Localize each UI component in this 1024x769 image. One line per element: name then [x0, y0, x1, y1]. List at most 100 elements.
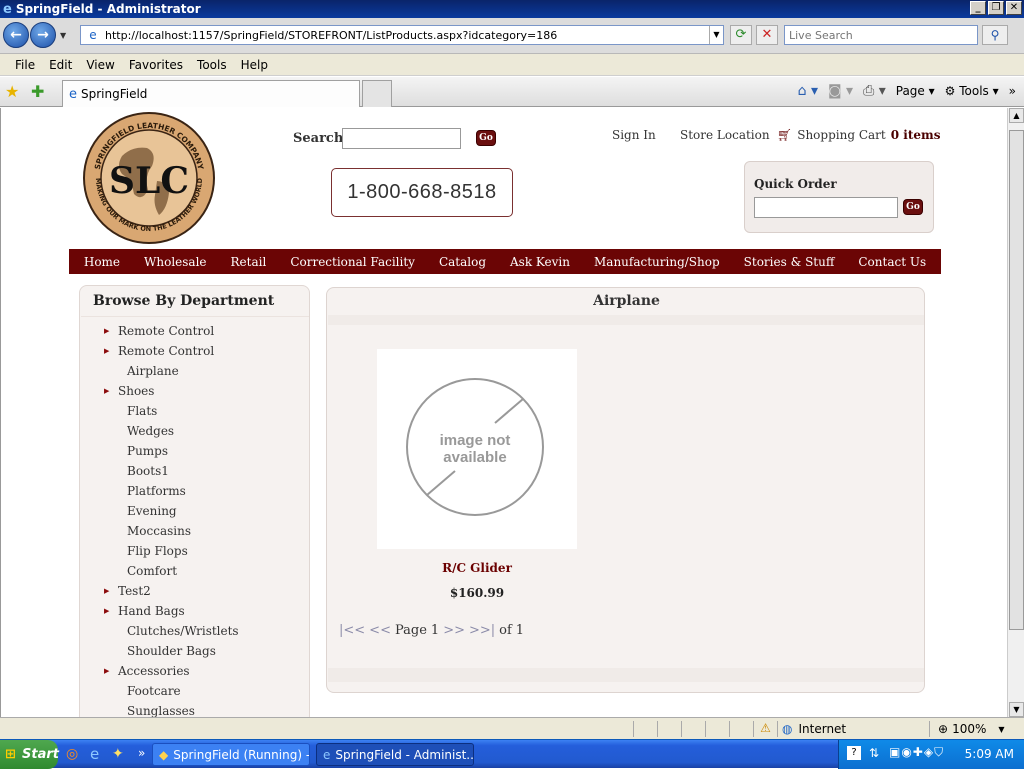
department-item[interactable]: ▶ Test2	[80, 581, 310, 601]
network-icon[interactable]: ⇅	[869, 746, 879, 760]
menu-view[interactable]: View	[79, 58, 121, 72]
department-label: Hand Bags	[118, 604, 185, 618]
department-item[interactable]: Pumps	[80, 441, 310, 461]
scroll-thumb[interactable]	[1009, 130, 1024, 630]
protected-mode-icon[interactable]: ⚠	[753, 721, 777, 737]
close-button[interactable]: ✕	[1006, 1, 1022, 15]
department-item[interactable]: Footcare	[80, 681, 310, 701]
home-icon[interactable]: ⌂ ▾	[798, 83, 818, 99]
cart-count: 0 items	[890, 128, 941, 142]
department-item[interactable]: Clutches/Wristlets	[80, 621, 310, 641]
address-bar[interactable]: e ▼	[80, 25, 724, 45]
ie-quicklaunch-icon[interactable]: e	[90, 745, 99, 763]
department-item[interactable]: ▶ Accessories	[80, 661, 310, 681]
url-input[interactable]	[105, 28, 709, 42]
favorites-star-icon[interactable]: ★	[5, 82, 19, 101]
menu-favorites[interactable]: Favorites	[122, 58, 190, 72]
help-icon[interactable]: ?	[847, 746, 861, 760]
menu-help[interactable]: Help	[234, 58, 275, 72]
nav-stories-stuff[interactable]: Stories & Stuff	[744, 255, 835, 269]
department-label: Test2	[118, 584, 151, 598]
app-quicklaunch-icon[interactable]: ✦	[112, 746, 124, 762]
new-tab-button[interactable]	[362, 80, 392, 107]
search-go-button[interactable]: Go	[476, 130, 496, 146]
department-item[interactable]: ▶ Remote Control	[80, 321, 310, 341]
restore-button[interactable]: ❐	[988, 1, 1004, 15]
security-zone[interactable]: ◍ Internet	[777, 721, 929, 737]
forward-button[interactable]: →	[30, 22, 56, 48]
department-item[interactable]: ▶ Hand Bags	[80, 601, 310, 621]
sign-in-link[interactable]: Sign In	[612, 128, 656, 142]
scroll-down-arrow[interactable]: ▼	[1009, 702, 1024, 717]
magnifier-icon: ⚲	[990, 28, 1000, 42]
product-name-link[interactable]: R/C Glider	[377, 561, 577, 575]
pager-last[interactable]: >>|	[469, 623, 495, 638]
taskbar-button-ie[interactable]: e SpringField - Administ...	[316, 743, 474, 766]
tab-springfield[interactable]: e SpringField	[62, 80, 360, 107]
cart-icon: 🛒︎	[777, 128, 793, 142]
nav-catalog[interactable]: Catalog	[439, 255, 486, 269]
department-item[interactable]: Airplane	[80, 361, 310, 381]
pager-first[interactable]: |<<	[339, 623, 365, 638]
zoom-control[interactable]: ⊕ 100% ▼	[929, 721, 1009, 737]
print-icon[interactable]: ⎙ ▾	[863, 83, 886, 99]
quick-order-go-button[interactable]: Go	[903, 199, 923, 215]
minimize-button[interactable]: _	[970, 1, 986, 15]
address-dropdown[interactable]: ▼	[709, 26, 723, 44]
tools-menu[interactable]: ⚙ Tools ▾	[945, 84, 999, 98]
pager-next[interactable]: >>	[443, 623, 465, 638]
firefox-quicklaunch-icon[interactable]: ◎	[66, 746, 78, 762]
live-search-input[interactable]	[784, 25, 978, 45]
store-location-link[interactable]: Store Location	[680, 128, 770, 142]
refresh-button[interactable]: ⟳	[730, 25, 752, 45]
status-cell	[729, 721, 753, 737]
menu-tools[interactable]: Tools	[190, 58, 234, 72]
pager-page-label: Page	[394, 623, 427, 638]
department-item[interactable]: Moccasins	[80, 521, 310, 541]
nav-manufacturing-shop[interactable]: Manufacturing/Shop	[594, 255, 720, 269]
nav-retail[interactable]: Retail	[231, 255, 267, 269]
department-item[interactable]: Wedges	[80, 421, 310, 441]
department-label: Moccasins	[127, 524, 191, 538]
taskbar: ⊞ Start ◎ e ✦ » ◆ SpringField (Running) …	[0, 739, 1024, 769]
stop-button[interactable]: ✕	[756, 25, 778, 45]
recent-pages-dropdown[interactable]: ▼	[60, 31, 66, 40]
department-item[interactable]: Flip Flops	[80, 541, 310, 561]
slc-logo[interactable]: SPRINGFIELD LEATHER COMPANY MAKING OUR M…	[82, 111, 216, 245]
menu-edit[interactable]: Edit	[42, 58, 79, 72]
department-item[interactable]: Shoulder Bags	[80, 641, 310, 661]
gear-icon: ⚙	[944, 84, 956, 98]
department-item[interactable]: Platforms	[80, 481, 310, 501]
quick-order-input[interactable]	[754, 197, 898, 218]
department-item[interactable]: ▶ Shoes	[80, 381, 310, 401]
taskbar-button-vs[interactable]: ◆ SpringField (Running) - M...	[152, 743, 310, 766]
department-item[interactable]: Boots1	[80, 461, 310, 481]
department-item[interactable]: Sunglasses	[80, 701, 310, 717]
nav-contact-us[interactable]: Contact Us	[858, 255, 926, 269]
feeds-icon[interactable]: ◙ ▾	[828, 83, 853, 99]
nav-correctional-facility[interactable]: Correctional Facility	[290, 255, 415, 269]
page-menu[interactable]: Page ▾	[896, 84, 935, 98]
nav-home[interactable]: Home	[84, 255, 120, 269]
quicklaunch-more-icon[interactable]: »	[138, 746, 145, 760]
department-item[interactable]: Comfort	[80, 561, 310, 581]
menu-file[interactable]: File	[8, 58, 42, 72]
product-image-placeholder[interactable]: image not available	[377, 349, 577, 549]
vertical-scrollbar[interactable]: ▲ ▼	[1007, 108, 1024, 717]
department-item[interactable]: ▶ Remote Control	[80, 341, 310, 361]
department-label: Wedges	[127, 424, 175, 438]
scroll-up-arrow[interactable]: ▲	[1009, 108, 1024, 123]
shopping-cart-link[interactable]: 🛒︎ Shopping Cart 0 items	[777, 128, 940, 142]
more-chevron-icon[interactable]: »	[1009, 84, 1016, 98]
nav-wholesale[interactable]: Wholesale	[144, 255, 206, 269]
nav-ask-kevin[interactable]: Ask Kevin	[510, 255, 570, 269]
pager-prev[interactable]: <<	[369, 623, 391, 638]
tray-icons[interactable]: ▣◉✚◈⛉	[889, 745, 944, 760]
department-item[interactable]: Flats	[80, 401, 310, 421]
search-go-button[interactable]: ⚲	[982, 25, 1008, 45]
add-favorite-icon[interactable]: ✚	[31, 82, 44, 101]
site-search-input[interactable]	[342, 128, 461, 149]
department-item[interactable]: Evening	[80, 501, 310, 521]
back-button[interactable]: ←	[3, 22, 29, 48]
start-button[interactable]: ⊞ Start	[0, 740, 59, 769]
